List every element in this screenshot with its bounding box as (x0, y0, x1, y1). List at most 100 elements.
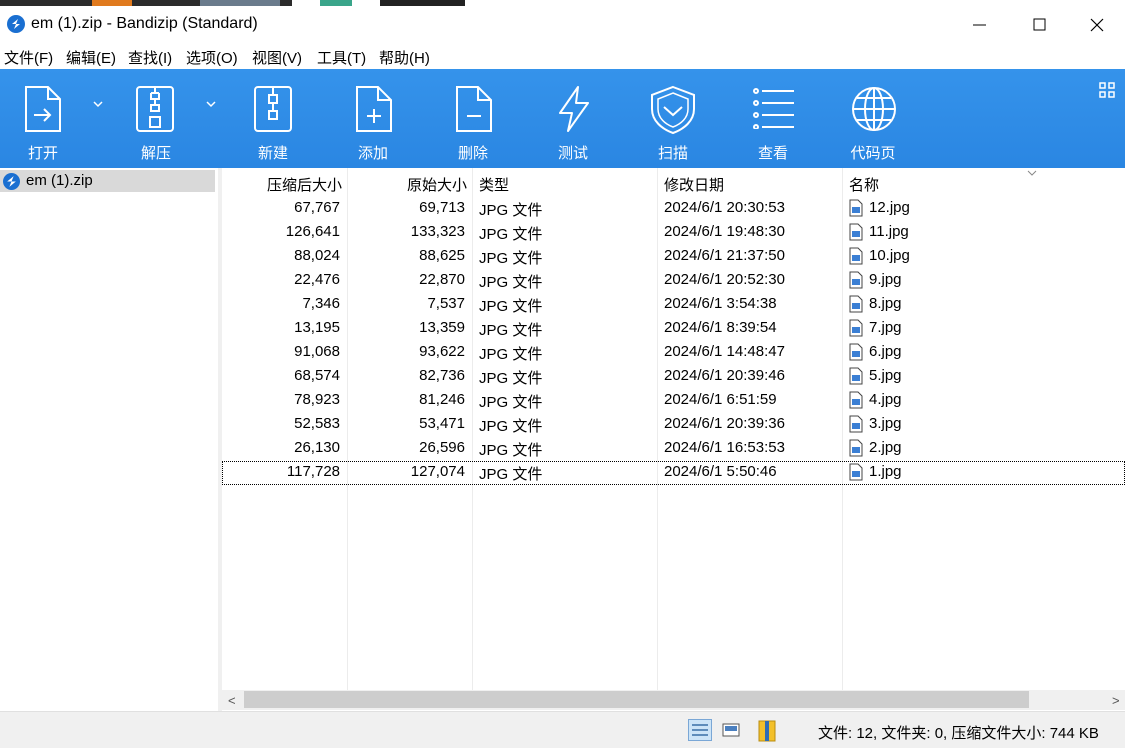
jpg-file-icon (849, 319, 863, 337)
codepage-button[interactable]: 代码页 (828, 69, 918, 168)
folder-tree: em (1).zip (0, 168, 219, 711)
name-cell: 7.jpg (869, 319, 902, 336)
scrollbar-thumb[interactable] (244, 691, 1029, 708)
menu-tools[interactable]: 工具(T) (317, 47, 366, 68)
menu-find[interactable]: 查找(I) (128, 47, 172, 68)
name-cell: 12.jpg (869, 199, 910, 216)
name-cell: 9.jpg (869, 271, 902, 288)
menu-edit[interactable]: 编辑(E) (66, 47, 116, 68)
test-button[interactable]: 测试 (528, 69, 618, 168)
file-list: 压缩后大小 原始大小 类型 修改日期 名称 67,767 69,713 JPG 文件… (222, 168, 1125, 690)
jpg-file-icon (849, 463, 863, 481)
scroll-left-icon[interactable]: < (228, 693, 236, 708)
packed-size-cell: 68,574 (294, 367, 340, 384)
column-header-modified[interactable]: 修改日期 (664, 174, 724, 195)
menu-options[interactable]: 选项(O) (186, 47, 238, 68)
name-cell: 11.jpg (869, 223, 909, 240)
original-size-cell: 7,537 (427, 295, 465, 312)
new-label: 新建 (257, 145, 288, 162)
modified-cell: 2024/6/1 19:48:30 (664, 223, 785, 240)
open-archive-icon (25, 86, 61, 132)
original-size-cell: 26,596 (419, 439, 465, 456)
modified-cell: 2024/6/1 3:54:38 (664, 295, 777, 312)
status-bar: 文件: 12, 文件夹: 0, 压缩文件大小: 744 KB (0, 711, 1125, 748)
horizontal-scrollbar[interactable]: < > (222, 690, 1125, 710)
column-header-type[interactable]: 类型 (479, 174, 509, 195)
preview-view-icon[interactable] (720, 719, 742, 741)
table-row[interactable]: 126,641 133,323 JPG 文件 2024/6/1 19:48:30 11.… (222, 221, 1125, 245)
view-button[interactable]: 查看 (728, 69, 818, 168)
open-dropdown-icon[interactable] (93, 101, 103, 108)
table-row[interactable]: 88,024 88,625 JPG 文件 2024/6/1 21:37:50 10.jp… (222, 245, 1125, 269)
close-icon (1090, 18, 1104, 32)
table-row[interactable]: 91,068 93,622 JPG 文件 2024/6/1 14:48:47 6.jpg (222, 341, 1125, 365)
details-view-icon[interactable] (688, 719, 712, 741)
jpg-file-icon (849, 199, 863, 217)
original-size-cell: 22,870 (419, 271, 465, 288)
jpg-file-icon (849, 295, 863, 313)
packed-size-cell: 91,068 (294, 343, 340, 360)
original-size-cell: 127,074 (410, 463, 465, 480)
original-size-cell: 53,471 (419, 415, 465, 432)
type-cell: JPG 文件 (479, 394, 543, 411)
scan-button[interactable]: 扫描 (628, 69, 718, 168)
minimize-button[interactable] (951, 6, 1009, 43)
extract-dropdown-icon[interactable] (206, 101, 216, 108)
scan-shield-icon (651, 85, 695, 135)
modified-cell: 2024/6/1 21:37:50 (664, 247, 785, 264)
column-header-packed-size[interactable]: 压缩后大小 (267, 174, 342, 195)
table-row[interactable]: 13,195 13,359 JPG 文件 2024/6/1 8:39:54 7.jpg (222, 317, 1125, 341)
packed-size-cell: 52,583 (294, 415, 340, 432)
type-cell: JPG 文件 (479, 226, 543, 243)
delete-label: 删除 (457, 145, 488, 162)
table-row[interactable]: 52,583 53,471 JPG 文件 2024/6/1 20:39:36 3.jpg (222, 413, 1125, 437)
sort-descending-icon (1027, 170, 1037, 176)
menu-help[interactable]: 帮助(H) (379, 47, 430, 68)
table-row[interactable]: 68,574 82,736 JPG 文件 2024/6/1 20:39:46 5.jpg (222, 365, 1125, 389)
jpg-file-icon (849, 367, 863, 385)
original-size-cell: 81,246 (419, 391, 465, 408)
type-cell: JPG 文件 (479, 322, 543, 339)
open-button[interactable]: 打开 (0, 69, 86, 168)
type-cell: JPG 文件 (479, 370, 543, 387)
jpg-file-icon (849, 415, 863, 433)
add-button[interactable]: 添加 (328, 69, 418, 168)
name-cell: 3.jpg (869, 415, 902, 432)
column-header-original-size[interactable]: 原始大小 (407, 174, 467, 195)
jpg-file-icon (849, 247, 863, 265)
title-bar: em (1).zip - Bandizip (Standard) (0, 6, 1125, 43)
scroll-right-icon[interactable]: > (1112, 693, 1120, 708)
table-row[interactable]: 7,346 7,537 JPG 文件 2024/6/1 3:54:38 8.jpg (222, 293, 1125, 317)
layout-grid-icon[interactable] (1099, 82, 1115, 98)
name-cell: 5.jpg (869, 367, 902, 384)
tree-item-root[interactable]: em (1).zip (0, 170, 215, 192)
original-size-cell: 82,736 (419, 367, 465, 384)
codepage-globe-icon (852, 87, 896, 131)
menu-file[interactable]: 文件(F) (4, 47, 53, 68)
modified-cell: 2024/6/1 16:53:53 (664, 439, 785, 456)
column-header-name[interactable]: 名称 (849, 174, 879, 195)
table-row[interactable]: 67,767 69,713 JPG 文件 2024/6/1 20:30:53 12.jp… (222, 197, 1125, 221)
new-archive-icon (254, 86, 292, 132)
table-row[interactable]: 22,476 22,870 JPG 文件 2024/6/1 20:52:30 9.jpg (222, 269, 1125, 293)
table-row[interactable]: 26,130 26,596 JPG 文件 2024/6/1 16:53:53 2.jpg (222, 437, 1125, 461)
view-list-icon (753, 88, 794, 129)
test-label: 测试 (557, 145, 588, 162)
jpg-file-icon (849, 223, 863, 241)
packed-size-cell: 26,130 (294, 439, 340, 456)
extract-button[interactable]: 解压 (110, 69, 202, 168)
type-cell: JPG 文件 (479, 202, 543, 219)
zip-file-icon (3, 173, 20, 190)
view-label: 查看 (757, 145, 788, 162)
table-row[interactable]: 78,923 81,246 JPG 文件 2024/6/1 6:51:59 4.jpg (222, 389, 1125, 413)
archive-info-icon[interactable] (756, 719, 778, 743)
maximize-button[interactable] (1011, 6, 1069, 43)
table-row[interactable]: 117,728 127,074 JPG 文件 2024/6/1 5:50:46 1.jp… (222, 461, 1125, 485)
menu-view[interactable]: 视图(V) (252, 47, 302, 68)
status-text: 文件: 12, 文件夹: 0, 压缩文件大小: 744 KB (818, 725, 1099, 742)
menu-bar: 文件(F) 编辑(E) 查找(I) 选项(O) 视图(V) 工具(T) 帮助(H… (0, 43, 1125, 69)
delete-button[interactable]: 删除 (428, 69, 518, 168)
modified-cell: 2024/6/1 20:30:53 (664, 199, 785, 216)
close-button[interactable] (1068, 6, 1125, 43)
new-archive-button[interactable]: 新建 (228, 69, 318, 168)
